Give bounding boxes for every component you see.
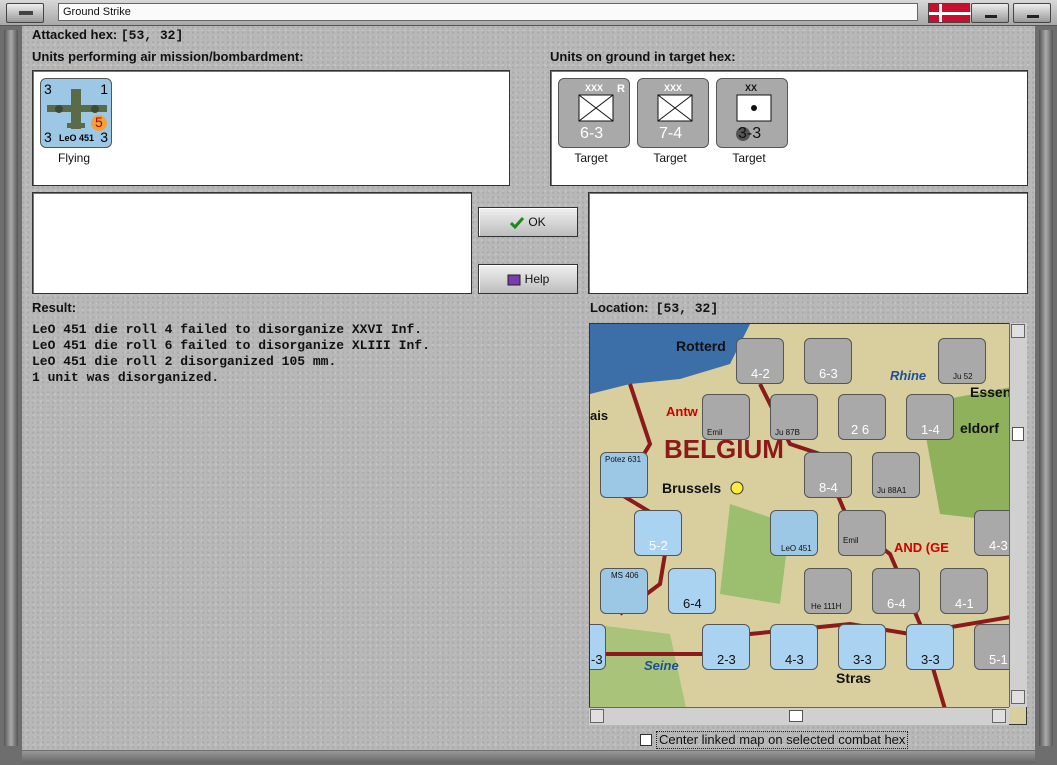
air-unit-detail-pane	[32, 192, 472, 294]
ground-unit-105mm[interactable]: XX 3-3	[716, 78, 788, 148]
attacked-hex-value: [53, 32]	[120, 28, 184, 43]
help-book-icon	[507, 274, 521, 286]
ground-unit-status: Target	[732, 151, 766, 165]
left-frame-rail	[4, 30, 18, 746]
map-label-rotterdam: Rotterd	[676, 338, 726, 354]
map-unit[interactable]: 1-4	[906, 394, 954, 440]
ok-button[interactable]: OK	[478, 207, 578, 237]
map-unit[interactable]: 2 6	[838, 394, 886, 440]
vertical-scroll-thumb[interactable]	[1012, 427, 1024, 441]
center-map-checkbox-label[interactable]: Center linked map on selected combat hex	[656, 731, 909, 749]
result-line: LeO 451 die roll 4 failed to disorganize…	[32, 322, 423, 337]
close-button[interactable]	[1013, 3, 1051, 23]
map-label-seine: Seine	[644, 658, 679, 673]
result-text: LeO 451 die roll 4 failed to disorganize…	[32, 322, 430, 386]
air-unit-name: LeO 451	[59, 133, 95, 143]
window-menu-icon	[19, 11, 33, 15]
result-label: Result:	[32, 300, 77, 315]
map-unit[interactable]: Potez 631	[600, 452, 648, 498]
result-line: 1 unit was disorganized.	[32, 370, 220, 385]
map-label-dusseldorf: eldorf	[960, 420, 999, 436]
map-unit[interactable]: 4-2	[736, 338, 784, 384]
air-units-heading: Units performing air mission/bombardment…	[32, 49, 304, 64]
ground-unit-xxvi-inf[interactable]: XXX R 6-3	[558, 78, 630, 148]
location-label: Location: [53, 32]	[590, 300, 719, 316]
minimize-icon	[985, 15, 997, 18]
map-unit[interactable]: Emil	[702, 394, 750, 440]
map-unit[interactable]: 6-4	[872, 568, 920, 614]
map-unit[interactable]: MS 406	[600, 568, 648, 614]
map-label-calais: ais	[590, 408, 609, 423]
ground-unit-status: Target	[653, 151, 687, 165]
map-unit[interactable]: 4-1	[940, 568, 988, 614]
unit-strength: 7-4	[659, 125, 683, 142]
nation-flag-icon	[928, 3, 971, 23]
map-unit[interactable]: LeO 451	[770, 510, 818, 556]
map-label-antwerp: Antw	[666, 404, 698, 419]
map-unit[interactable]: 8-4	[804, 452, 852, 498]
map-unit[interactable]: 4-3	[770, 624, 818, 670]
scroll-left-arrow-icon[interactable]	[590, 709, 604, 723]
air-unit-badge: 5	[95, 114, 103, 130]
scroll-up-arrow-icon[interactable]	[1011, 324, 1025, 338]
air-unit-top-right: 1	[100, 81, 108, 97]
unit-strength: 6-3	[580, 125, 604, 142]
ground-units-heading: Units on ground in target hex:	[550, 49, 736, 64]
map-unit[interactable]: 6-3	[804, 338, 852, 384]
map-label-rhineland: AND (GE	[894, 540, 949, 555]
window-title: Ground Strike	[58, 3, 918, 21]
map-unit[interactable]: 2-3	[702, 624, 750, 670]
map-vertical-scrollbar[interactable]	[1009, 323, 1027, 707]
ground-unit-xliii-inf[interactable]: XXX 7-4	[637, 78, 709, 148]
map-label-rhine: Rhine	[890, 368, 927, 383]
scroll-right-arrow-icon[interactable]	[992, 709, 1006, 723]
horizontal-scroll-thumb[interactable]	[789, 710, 803, 722]
scroll-down-arrow-icon[interactable]	[1011, 690, 1025, 704]
close-icon	[1027, 15, 1039, 18]
map-unit[interactable]: 5-2	[634, 510, 682, 556]
map-unit[interactable]: -3	[590, 624, 606, 670]
center-map-checkbox[interactable]	[640, 734, 652, 746]
right-frame-rail	[1039, 30, 1053, 746]
air-unit-top-left: 3	[44, 81, 52, 97]
window-bottom-edge	[22, 751, 1035, 763]
checkmark-icon	[510, 216, 525, 229]
map-unit[interactable]: 3-3	[838, 624, 886, 670]
result-line: LeO 451 die roll 6 failed to disorganize…	[32, 338, 430, 353]
result-line: LeO 451 die roll 2 disorganized 105 mm.	[32, 354, 337, 369]
map-label-strasbourg: Stras	[836, 670, 872, 686]
map-label-essen: Essen	[970, 384, 1012, 400]
ground-unit-detail-pane	[588, 192, 1028, 294]
map-unit[interactable]: Emil	[838, 510, 886, 556]
air-unit-status: Flying	[57, 151, 90, 165]
ground-unit-status: Target	[574, 151, 608, 165]
map-unit[interactable]: Ju 52	[938, 338, 986, 384]
linked-map[interactable]: Rotterd Antw BELGIUM Brussels Essen eldo…	[589, 323, 1027, 725]
unit-strength: 3-3	[738, 125, 762, 142]
title-bar: Ground Strike	[0, 0, 1057, 26]
air-unit-bottom-left: 3	[44, 129, 52, 145]
minimize-button[interactable]	[971, 3, 1009, 23]
map-unit[interactable]: 3-3	[906, 624, 954, 670]
map-unit[interactable]: Ju 87B	[770, 394, 818, 440]
air-unit-bottom-right: 3	[100, 129, 108, 145]
window-menu-button[interactable]	[6, 3, 44, 23]
map-horizontal-scrollbar[interactable]	[589, 707, 1009, 725]
map-unit[interactable]: 6-4	[668, 568, 716, 614]
location-value: [53, 32]	[655, 301, 719, 316]
map-unit[interactable]: He 111H	[804, 568, 852, 614]
help-button[interactable]: Help	[478, 264, 578, 294]
map-label-brussels: Brussels	[662, 480, 722, 496]
attacked-hex-label: Attacked hex: [53, 32]	[32, 27, 184, 43]
air-unit-leo451[interactable]: 3 1 5 3 LeO 451 3	[40, 78, 112, 148]
map-unit[interactable]: Ju 88A1	[872, 452, 920, 498]
